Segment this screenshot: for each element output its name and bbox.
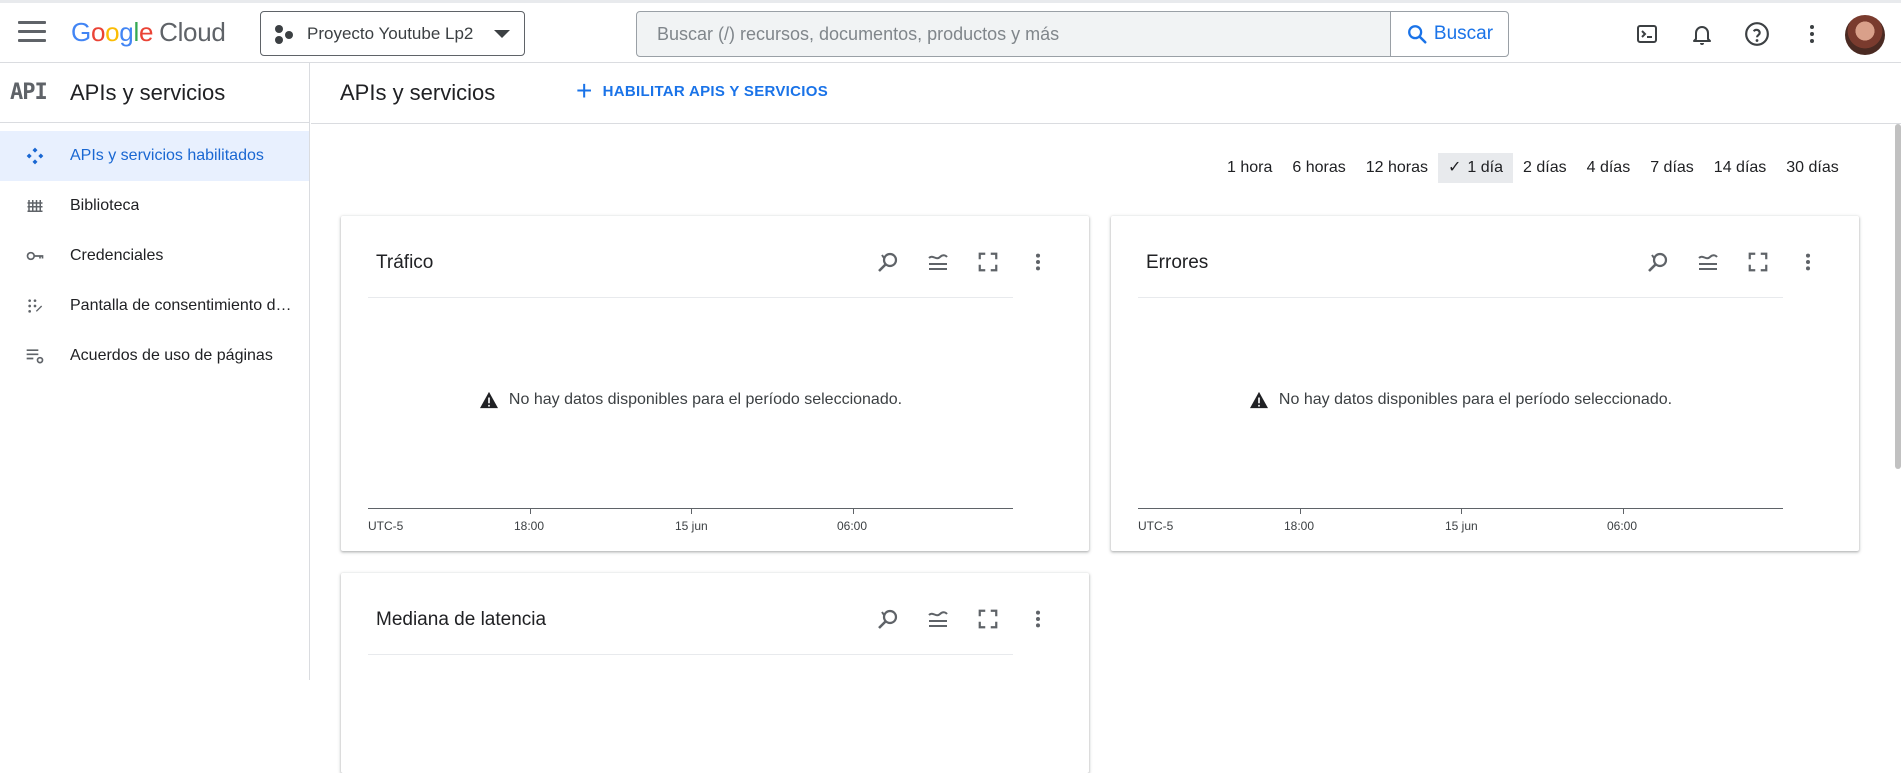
fullscreen-icon[interactable] [963, 242, 1013, 282]
range-1-hour[interactable]: 1 hora [1217, 153, 1282, 183]
range-7-days[interactable]: 7 días [1640, 153, 1704, 183]
metric-card: Mediana de latencia [341, 573, 1089, 773]
warning-icon [1249, 391, 1268, 409]
sidebar-item-label: Credenciales [70, 247, 164, 264]
sidebar-item-label: Biblioteca [70, 197, 140, 214]
search-icon [1407, 25, 1427, 44]
card-toolbar [863, 599, 1063, 639]
zoom-reset-icon[interactable] [863, 242, 913, 282]
range-14-days[interactable]: 14 días [1704, 153, 1776, 183]
sidebar-title: APIs y servicios [70, 79, 226, 105]
no-data-text: No hay datos disponibles para el período… [1278, 391, 1673, 408]
sidebar-item-label: Acuerdos de uso de páginas [70, 347, 273, 364]
sidebar-item-oauth-consent[interactable]: Pantalla de consentimiento de OAuth [0, 281, 309, 331]
project-name: Proyecto Youtube Lp2 [307, 23, 474, 43]
range-1-day[interactable]: ✓ 1 día [1438, 153, 1514, 183]
sidebar-item-library[interactable]: Biblioteca [0, 181, 309, 231]
account-avatar[interactable] [1845, 15, 1885, 55]
sidebar-item-page-agreements[interactable]: Acuerdos de uso de páginas [0, 331, 309, 381]
sidebar-header: API APIs y servicios [0, 63, 309, 123]
sidebar-item-credentials[interactable]: Credenciales [0, 231, 309, 281]
sidebar: API APIs y servicios APIs y servicios ha… [0, 63, 310, 680]
plus-icon: + [576, 75, 593, 106]
project-icon [275, 23, 297, 45]
metric-card: Errores No hay datos disponibles para el… [1111, 216, 1859, 551]
more-options-icon[interactable] [1796, 18, 1828, 50]
x-axis-tick [1300, 508, 1301, 514]
card-title: Errores [1146, 252, 1209, 273]
x-axis-tick-label: 18:00 [514, 519, 545, 533]
x-axis-tick-label: 06:00 [837, 519, 868, 533]
page-agreements-icon [0, 346, 70, 366]
x-axis-tick [1461, 508, 1462, 514]
x-axis-tick [1623, 508, 1624, 514]
x-axis-tick-label: UTC-5 [1138, 519, 1174, 533]
no-data-message: No hay datos disponibles para el período… [1138, 391, 1783, 409]
search-button-label: Buscar [1433, 23, 1494, 44]
range-30-days[interactable]: 30 días [1776, 153, 1848, 183]
top-bar: Google Cloud Proyecto Youtube Lp2 Buscar [0, 0, 1901, 63]
dropdown-arrow-icon [494, 29, 510, 38]
legend-toggle-icon[interactable] [1683, 242, 1733, 282]
card-divider [368, 654, 1013, 655]
warning-icon [479, 391, 498, 409]
card-more-options-icon[interactable] [1013, 242, 1063, 282]
sidebar-item-label: APIs y servicios habilitados [70, 147, 264, 164]
enabled-apis-icon [0, 146, 70, 166]
key-icon [0, 246, 70, 266]
notifications-bell-icon[interactable] [1686, 18, 1718, 50]
x-axis-tick-label: 15 jun [1445, 519, 1478, 533]
main-menu-icon[interactable] [18, 21, 46, 45]
card-title: Tráfico [376, 252, 434, 273]
consent-icon [0, 298, 70, 314]
range-6-hours[interactable]: 6 horas [1282, 153, 1355, 183]
range-label: 1 día [1467, 159, 1504, 176]
no-data-text: No hay datos disponibles para el período… [508, 391, 903, 408]
card-title: Mediana de latencia [376, 609, 547, 630]
x-axis-tick [530, 508, 531, 514]
search-button[interactable]: Buscar [1390, 12, 1508, 56]
zoom-reset-icon[interactable] [863, 599, 913, 639]
x-axis-tick-label: UTC-5 [368, 519, 404, 533]
google-cloud-logo[interactable]: Google Cloud [71, 17, 226, 48]
x-axis-tick [853, 508, 854, 514]
page-scrollbar[interactable] [1895, 124, 1901, 469]
range-4-days[interactable]: 4 días [1577, 153, 1641, 183]
card-divider [1138, 297, 1783, 298]
enable-apis-button[interactable]: + HABILITAR APIS Y SERVICIOS [576, 75, 828, 106]
zoom-reset-icon[interactable] [1633, 242, 1683, 282]
search-bar: Buscar [636, 11, 1509, 57]
no-data-message: No hay datos disponibles para el período… [368, 391, 1013, 409]
card-divider [368, 297, 1013, 298]
legend-toggle-icon[interactable] [913, 242, 963, 282]
project-selector[interactable]: Proyecto Youtube Lp2 [260, 11, 525, 56]
checkmark-icon: ✓ [1448, 159, 1462, 176]
x-axis-tick-label: 15 jun [675, 519, 708, 533]
library-icon [0, 197, 70, 215]
card-toolbar [863, 242, 1063, 282]
x-axis-tick-label: 06:00 [1607, 519, 1638, 533]
page-header: APIs y servicios + HABILITAR APIS Y SERV… [311, 63, 1901, 124]
card-more-options-icon[interactable] [1013, 599, 1063, 639]
search-input[interactable] [637, 12, 1390, 56]
sidebar-item-label: Pantalla de consentimiento de OAuth [70, 297, 295, 314]
page-title: APIs y servicios [340, 80, 496, 105]
api-product-icon: API [10, 80, 48, 105]
metric-card: Tráfico No hay datos disponibles para el… [341, 216, 1089, 551]
sidebar-item-enabled-apis[interactable]: APIs y servicios habilitados [0, 131, 309, 181]
legend-toggle-icon[interactable] [913, 599, 963, 639]
time-range-selector: 1 hora 6 horas 12 horas ✓ 1 día 2 días 4 … [1217, 153, 1849, 183]
x-axis-tick [691, 508, 692, 514]
sidebar-nav: APIs y servicios habilitados Biblioteca … [0, 123, 309, 381]
card-toolbar [1633, 242, 1833, 282]
cloud-shell-icon[interactable] [1631, 18, 1663, 50]
fullscreen-icon[interactable] [1733, 242, 1783, 282]
help-icon[interactable] [1741, 18, 1773, 50]
fullscreen-icon[interactable] [963, 599, 1013, 639]
x-axis-tick-label: 18:00 [1284, 519, 1315, 533]
range-2-days[interactable]: 2 días [1513, 153, 1577, 183]
card-more-options-icon[interactable] [1783, 242, 1833, 282]
enable-apis-label: HABILITAR APIS Y SERVICIOS [602, 82, 828, 100]
range-12-hours[interactable]: 12 horas [1356, 153, 1438, 183]
